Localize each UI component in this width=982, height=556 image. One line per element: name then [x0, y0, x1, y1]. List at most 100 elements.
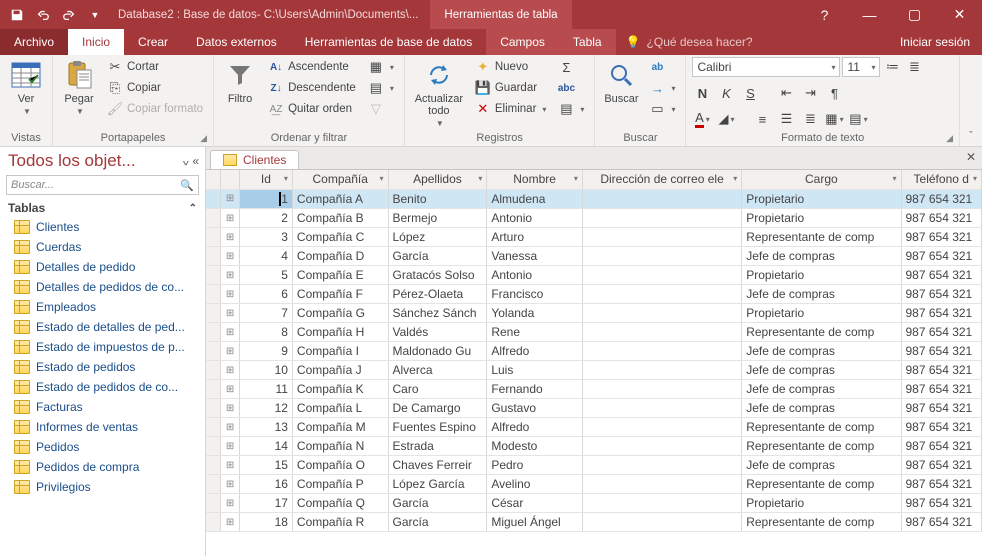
expand-row-icon[interactable]: ⊞: [221, 342, 239, 361]
expand-row-icon[interactable]: ⊞: [221, 456, 239, 475]
underline-button[interactable]: S: [740, 83, 760, 103]
cell-lastname[interactable]: Pérez-Olaeta: [388, 285, 487, 304]
column-header[interactable]: Nombre▾: [487, 170, 583, 189]
cell-lastname[interactable]: Maldonado Gu: [388, 342, 487, 361]
cell-phone[interactable]: 987 654 321: [901, 380, 982, 399]
maximize-icon[interactable]: ▢: [892, 0, 937, 29]
sort-asc-button[interactable]: A↓Ascendente: [264, 57, 360, 77]
fill-color-button[interactable]: ◢▾: [716, 109, 736, 129]
cell-email[interactable]: [582, 228, 741, 247]
decrease-indent-button[interactable]: ⇤: [776, 83, 796, 103]
cell-lastname[interactable]: Chaves Ferreir: [388, 456, 487, 475]
cell-phone[interactable]: 987 654 321: [901, 209, 982, 228]
nav-pane-header[interactable]: Todos los objet... ^«: [0, 147, 205, 173]
selection-filter-button[interactable]: ▦▾: [364, 57, 398, 77]
cell-role[interactable]: Jefe de compras: [742, 247, 901, 266]
delete-record-button[interactable]: ✕Eliminar▾: [471, 99, 551, 119]
nav-item[interactable]: Estado de detalles de ped...: [0, 317, 205, 337]
column-dropdown-icon[interactable]: ▾: [892, 174, 896, 183]
select-all-cell[interactable]: [206, 170, 221, 189]
align-left-button[interactable]: ≡: [752, 109, 772, 129]
numbering-button[interactable]: ≣: [904, 57, 924, 77]
cell-company[interactable]: Compañía Q: [292, 494, 388, 513]
cell-email[interactable]: [582, 342, 741, 361]
cell-role[interactable]: Jefe de compras: [742, 342, 901, 361]
table-row[interactable]: ⊞8Compañía HValdésReneRepresentante de c…: [206, 323, 982, 342]
expand-row-icon[interactable]: ⊞: [221, 304, 239, 323]
cell-role[interactable]: Propietario: [742, 494, 901, 513]
cell-email[interactable]: [582, 494, 741, 513]
cell-lastname[interactable]: García: [388, 247, 487, 266]
cell-role[interactable]: Propietario: [742, 209, 901, 228]
increase-indent-button[interactable]: ⇥: [800, 83, 820, 103]
cell-company[interactable]: Compañía O: [292, 456, 388, 475]
cell-role[interactable]: Jefe de compras: [742, 399, 901, 418]
cell-phone[interactable]: 987 654 321: [901, 437, 982, 456]
cell-role[interactable]: Representante de comp: [742, 513, 901, 532]
dialog-launcher-icon[interactable]: ◢: [946, 133, 953, 144]
cell-email[interactable]: [582, 304, 741, 323]
cell-email[interactable]: [582, 513, 741, 532]
remove-sort-button[interactable]: A͟ZQuitar orden: [264, 99, 360, 119]
cell-lastname[interactable]: Gratacós Solso: [388, 266, 487, 285]
row-selector[interactable]: [206, 380, 221, 399]
row-selector[interactable]: [206, 189, 221, 209]
cell-role[interactable]: Jefe de compras: [742, 285, 901, 304]
cell-role[interactable]: Jefe de compras: [742, 456, 901, 475]
object-tab-clientes[interactable]: Clientes: [210, 150, 299, 169]
column-dropdown-icon[interactable]: ▾: [733, 174, 737, 183]
table-row[interactable]: ⊞4Compañía DGarcíaVanessaJefe de compras…: [206, 247, 982, 266]
nav-item[interactable]: Estado de pedidos de co...: [0, 377, 205, 397]
new-record-button[interactable]: ✦Nuevo: [471, 57, 551, 77]
cell-lastname[interactable]: Bermejo: [388, 209, 487, 228]
table-row[interactable]: ⊞17Compañía QGarcíaCésarPropietario987 6…: [206, 494, 982, 513]
view-button[interactable]: Ver ▼: [6, 57, 46, 116]
cell-company[interactable]: Compañía E: [292, 266, 388, 285]
cell-firstname[interactable]: Rene: [487, 323, 583, 342]
expand-row-icon[interactable]: ⊞: [221, 494, 239, 513]
cell-id[interactable]: 6: [239, 285, 292, 304]
cell-email[interactable]: [582, 266, 741, 285]
expand-row-icon[interactable]: ⊞: [221, 437, 239, 456]
cell-firstname[interactable]: Modesto: [487, 437, 583, 456]
font-size-select[interactable]: 11▾: [842, 57, 880, 77]
replace-button[interactable]: ab: [645, 57, 679, 77]
expand-row-icon[interactable]: ⊞: [221, 189, 239, 209]
column-header[interactable]: Cargo▾: [742, 170, 901, 189]
column-header[interactable]: Dirección de correo ele▾: [582, 170, 741, 189]
cell-id[interactable]: 4: [239, 247, 292, 266]
refresh-all-button[interactable]: Actualizar todo ▼: [411, 57, 467, 128]
cell-firstname[interactable]: Alfredo: [487, 342, 583, 361]
nav-item[interactable]: Cuerdas: [0, 237, 205, 257]
nav-item[interactable]: Clientes: [0, 217, 205, 237]
cell-role[interactable]: Representante de comp: [742, 437, 901, 456]
cell-id[interactable]: 5: [239, 266, 292, 285]
cell-id[interactable]: 1: [239, 189, 292, 209]
paste-button[interactable]: Pegar ▼: [59, 57, 99, 116]
cell-id[interactable]: 10: [239, 361, 292, 380]
datasheet-grid[interactable]: Id▾Compañía▾Apellidos▾Nombre▾Dirección d…: [206, 169, 982, 556]
filter-button[interactable]: Filtro: [220, 57, 260, 105]
nav-item[interactable]: Privilegios: [0, 477, 205, 497]
cell-lastname[interactable]: Fuentes Espino: [388, 418, 487, 437]
column-header[interactable]: Teléfono d▾: [901, 170, 982, 189]
cell-email[interactable]: [582, 399, 741, 418]
cell-lastname[interactable]: Estrada: [388, 437, 487, 456]
column-dropdown-icon[interactable]: ▾: [478, 174, 482, 183]
table-row[interactable]: ⊞9Compañía IMaldonado GuAlfredoJefe de c…: [206, 342, 982, 361]
format-painter-button[interactable]: 🖌Copiar formato: [103, 99, 207, 119]
font-color-button[interactable]: A▾: [692, 109, 712, 129]
cell-id[interactable]: 2: [239, 209, 292, 228]
signin-link[interactable]: Iniciar sesión: [888, 29, 982, 55]
tab-fields[interactable]: Campos: [486, 29, 559, 55]
copy-button[interactable]: ⎘Copiar: [103, 78, 207, 98]
row-selector[interactable]: [206, 323, 221, 342]
redo-icon[interactable]: [58, 4, 80, 26]
cell-role[interactable]: Propietario: [742, 266, 901, 285]
cell-company[interactable]: Compañía F: [292, 285, 388, 304]
close-icon[interactable]: ✕: [937, 0, 982, 29]
column-header[interactable]: Apellidos▾: [388, 170, 487, 189]
row-selector[interactable]: [206, 513, 221, 532]
cell-email[interactable]: [582, 361, 741, 380]
column-dropdown-icon[interactable]: ▾: [574, 174, 578, 183]
